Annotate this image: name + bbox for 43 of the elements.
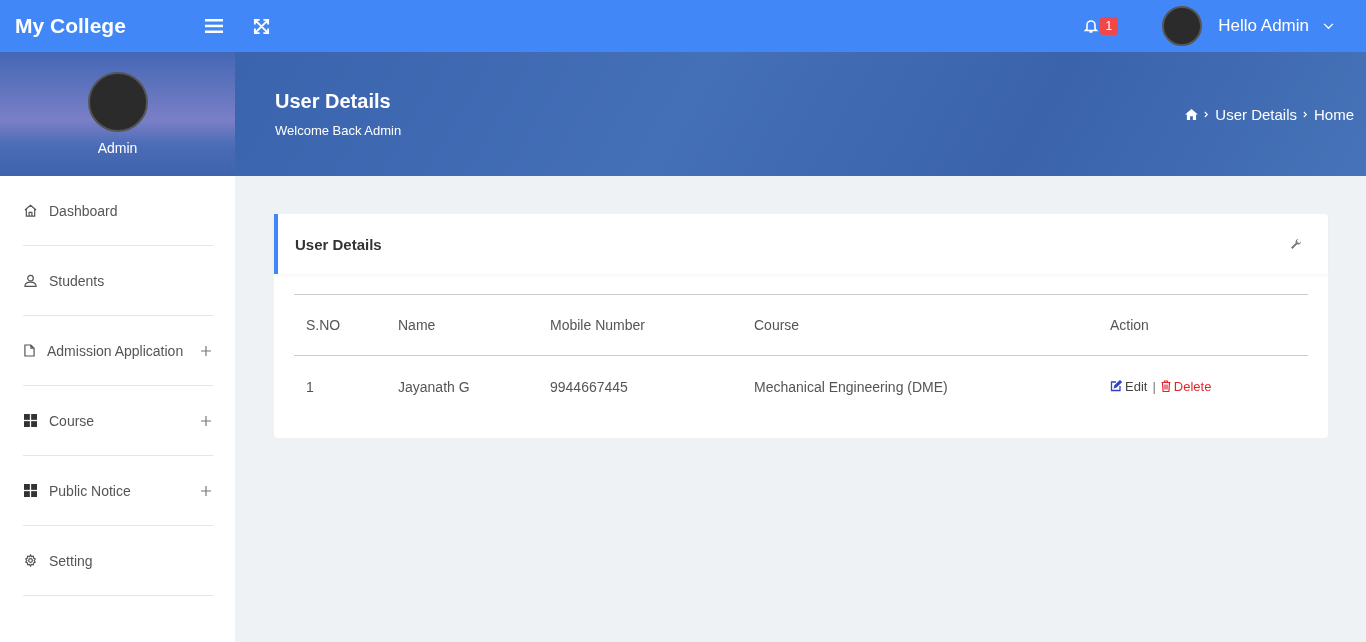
brand-title: My College xyxy=(14,14,127,38)
edit-icon xyxy=(1110,380,1122,393)
home-icon xyxy=(24,204,37,217)
document-icon xyxy=(24,344,35,357)
table-cell: 1 xyxy=(294,355,386,418)
avatar[interactable] xyxy=(1162,6,1203,46)
sidebar-item[interactable]: Students xyxy=(23,246,213,316)
user-icon xyxy=(24,274,37,287)
home-icon[interactable] xyxy=(1185,108,1199,120)
chevron-right-icon xyxy=(1204,110,1210,118)
card-title: User Details xyxy=(295,235,382,253)
settings-icon xyxy=(24,554,37,567)
column-header: Course xyxy=(742,294,1098,356)
table-cell: Jayanath G xyxy=(386,355,538,418)
grid-icon xyxy=(24,414,37,427)
breadcrumb-link[interactable]: User Details xyxy=(1215,105,1297,123)
table-cell: Mechanical Engineering (DME) xyxy=(742,355,1098,418)
page-title: User Details xyxy=(275,90,392,113)
sidebar-item[interactable]: Admission Application xyxy=(23,316,213,386)
wrench-icon[interactable] xyxy=(1290,238,1302,250)
column-header: Name xyxy=(386,294,538,356)
column-header: S.NO xyxy=(294,294,386,356)
table-cell: 9944667445 xyxy=(538,355,742,418)
delete-link[interactable]: Delete xyxy=(1160,378,1212,394)
page-subtitle: Welcome Back Admin xyxy=(275,123,402,138)
sidebar-item[interactable]: Course xyxy=(23,386,213,456)
breadcrumb-link[interactable]: Home xyxy=(1314,105,1354,123)
trash-icon xyxy=(1160,380,1171,393)
separator: | xyxy=(1152,378,1156,394)
menu-icon[interactable] xyxy=(205,19,223,33)
sidebar-item[interactable]: Setting xyxy=(23,526,213,596)
chevron-right-icon xyxy=(1303,110,1308,118)
grid-icon xyxy=(24,484,37,497)
chevron-down-icon[interactable] xyxy=(1323,22,1334,30)
sidebar-item[interactable]: Public Notice xyxy=(23,456,213,526)
sidebar-item[interactable]: Dashboard xyxy=(23,176,213,246)
column-header: Action xyxy=(1098,294,1308,356)
column-header: Mobile Number xyxy=(538,294,742,356)
profile-name: Admin xyxy=(97,140,138,156)
notification-badge: 1 xyxy=(1099,17,1119,35)
edit-link[interactable]: Edit xyxy=(1110,378,1148,394)
bell-icon[interactable] xyxy=(1082,18,1099,34)
fullscreen-icon[interactable] xyxy=(253,17,270,35)
